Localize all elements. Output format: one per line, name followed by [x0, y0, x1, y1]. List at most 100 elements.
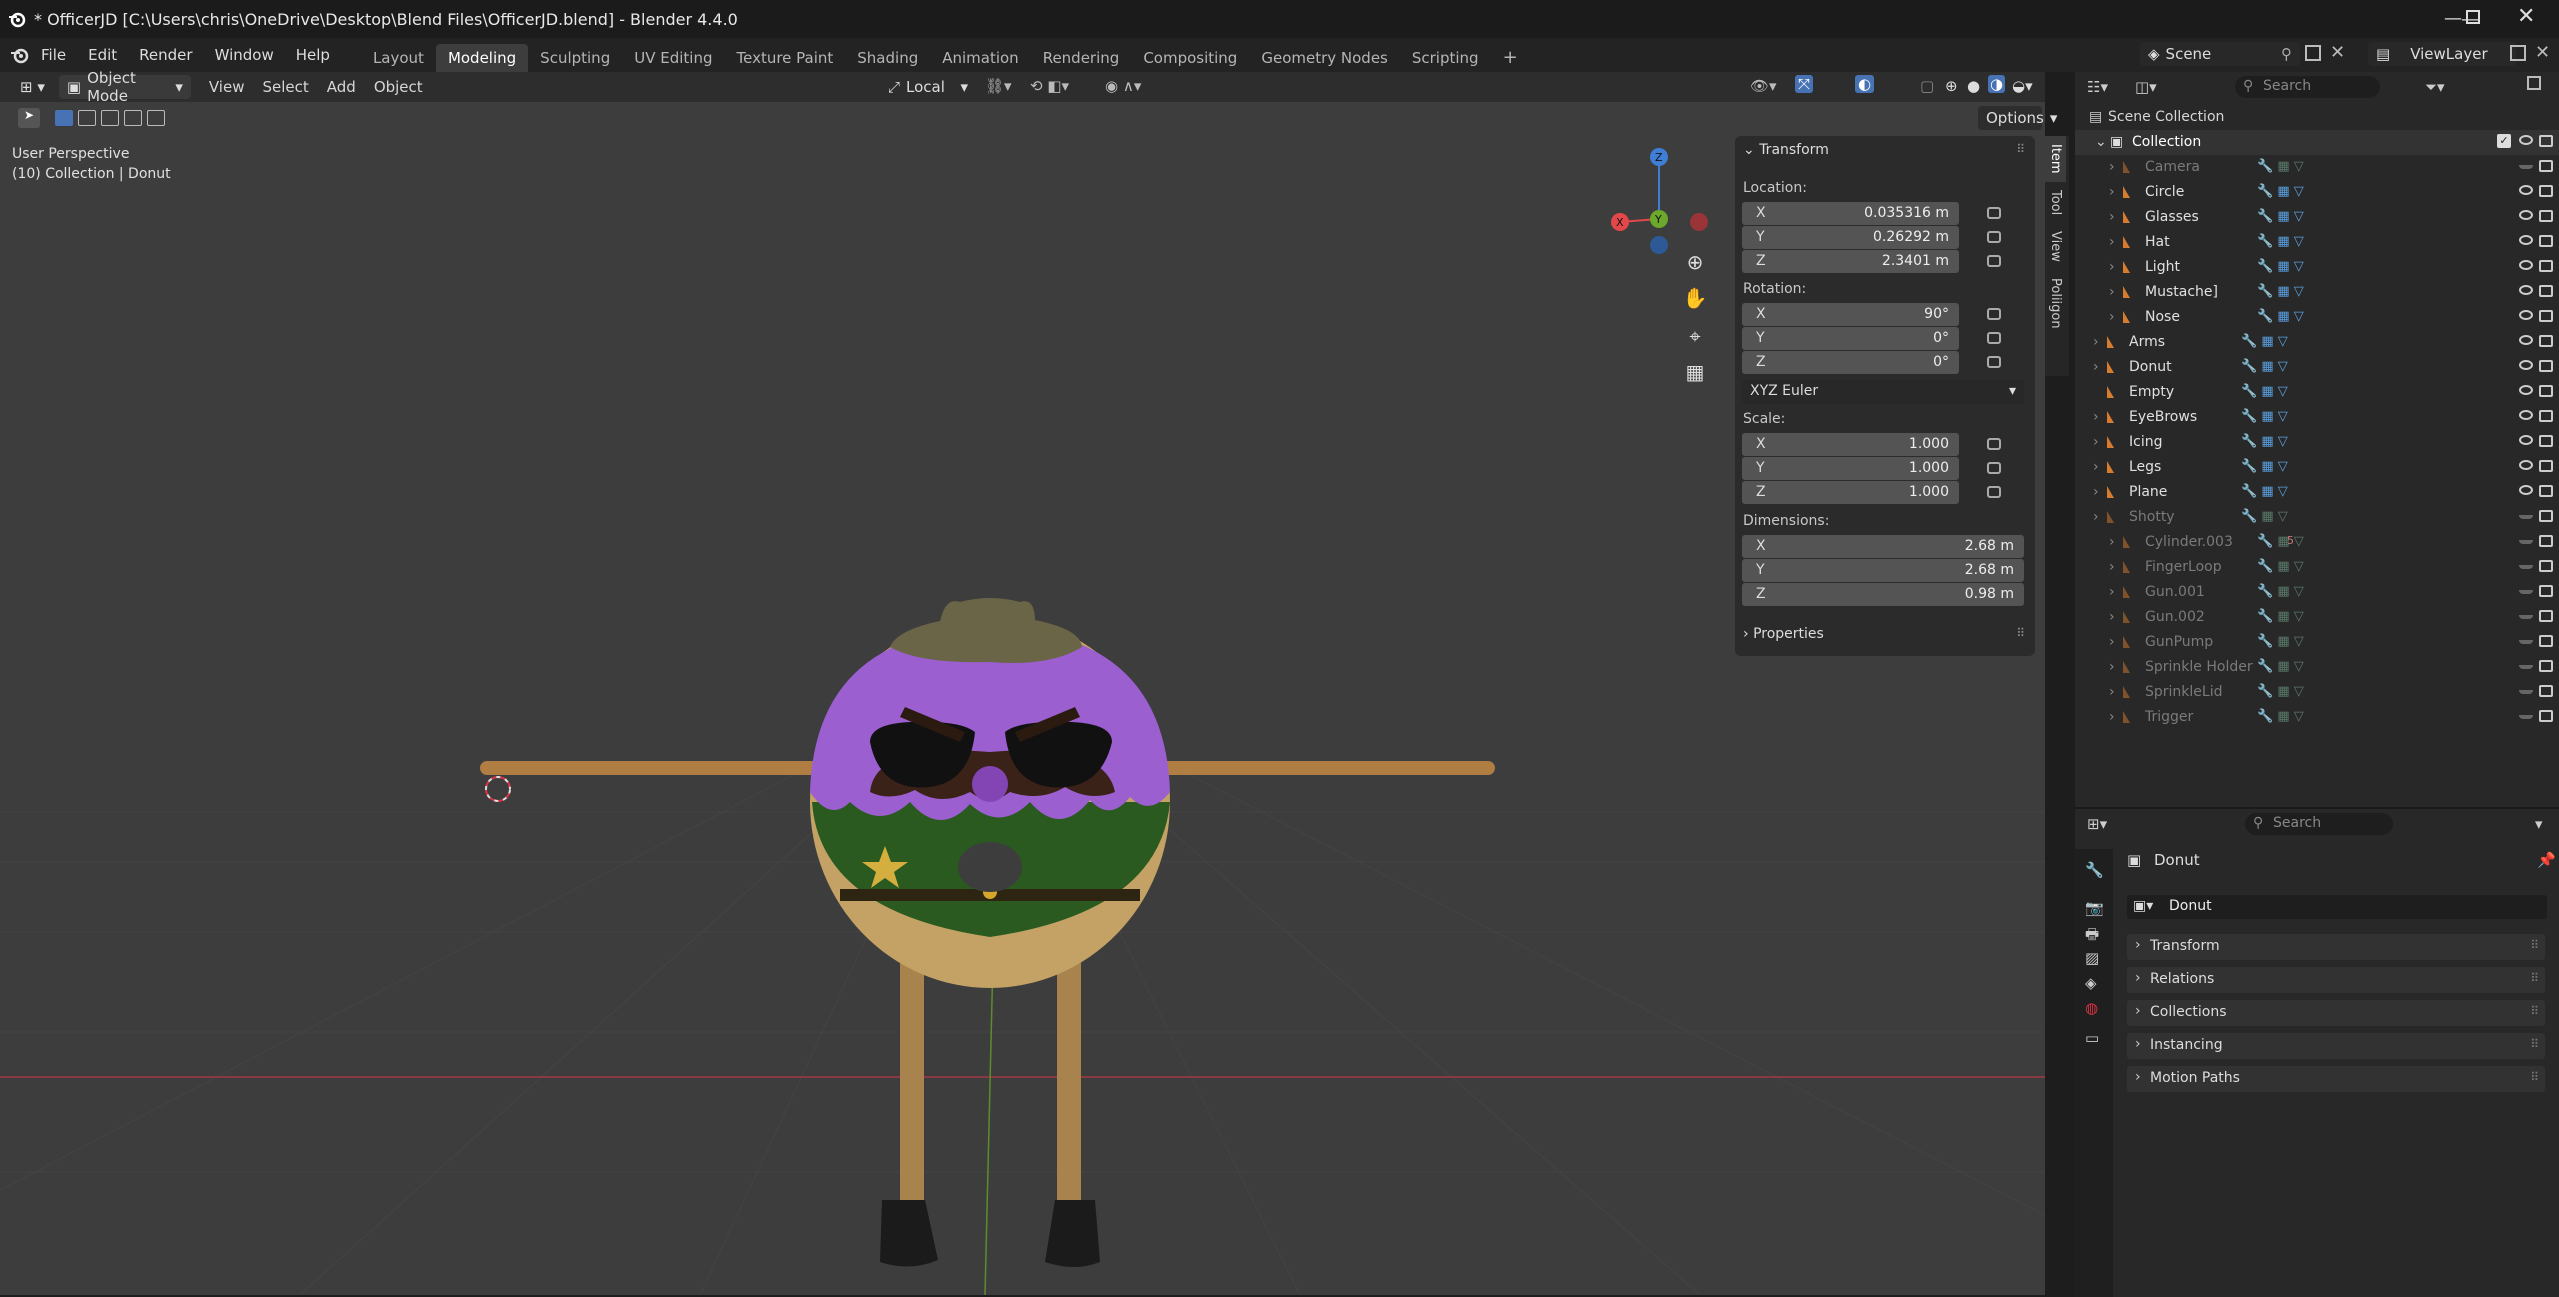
outliner-item[interactable]: › EyeBrows 🔧 ▦ ▽ — [2075, 405, 2559, 430]
modifier-icons[interactable]: 🔧 ▦ ▽ — [2241, 409, 2288, 424]
eye-icon[interactable] — [2519, 665, 2533, 669]
eye-icon[interactable] — [2519, 360, 2533, 370]
proportional-edit-icon[interactable]: ◉ ∧▾ — [1105, 77, 1141, 95]
section-collections[interactable]: › Collections ⠿ — [2127, 1000, 2545, 1026]
eye-icon[interactable] — [2519, 435, 2533, 445]
chevron-right-icon[interactable]: › — [2109, 634, 2115, 650]
modifier-icons[interactable]: 🔧 ▦ ▽ — [2257, 259, 2304, 274]
modifier-icons[interactable]: 🔧 ▦ ▽ — [2257, 284, 2304, 299]
section-instancing[interactable]: › Instancing ⠿ — [2127, 1033, 2545, 1059]
modifier-icons[interactable]: 🔧 ▦ ▽ — [2257, 309, 2304, 324]
chevron-right-icon[interactable]: › — [2109, 684, 2115, 700]
camera-render-icon[interactable] — [2539, 685, 2553, 697]
eye-icon[interactable] — [2519, 715, 2533, 719]
chevron-right-icon[interactable]: › — [2109, 259, 2115, 275]
outliner-scene-collection[interactable]: ▤ Scene Collection — [2075, 105, 2559, 130]
outliner-item[interactable]: › SprinkleLid 🔧 ▦ ▽ — [2075, 680, 2559, 705]
chevron-right-icon[interactable]: › — [2109, 659, 2115, 675]
outliner-item[interactable]: › Light 🔧 ▦ ▽ — [2075, 255, 2559, 280]
eye-icon[interactable] — [2519, 540, 2533, 544]
modifier-icons[interactable]: 🔧 ▦ ▽ — [2257, 209, 2304, 224]
camera-render-icon[interactable] — [2539, 160, 2553, 172]
drag-handle-icon[interactable]: ⠿ — [2016, 626, 2025, 640]
modifier-icons[interactable]: 🔧 ▦ ▽ — [2257, 709, 2304, 724]
tab-animation[interactable]: Animation — [930, 44, 1030, 72]
chevron-right-icon[interactable]: › — [2093, 409, 2099, 425]
chevron-right-icon[interactable]: › — [2109, 584, 2115, 600]
pivot-icon[interactable]: ⛓▾ — [985, 77, 1012, 95]
camera-render-icon[interactable] — [2539, 335, 2553, 347]
new-scene-icon[interactable] — [2305, 45, 2321, 61]
modifier-icons[interactable]: 🔧 ▦ ▽ — [2241, 484, 2288, 499]
camera-view-icon[interactable]: ⌖ — [1680, 324, 1710, 354]
tab-item[interactable]: Item — [2045, 136, 2066, 182]
material-shading-icon[interactable]: ◑ — [1988, 75, 2006, 93]
collection-tab-icon[interactable]: ▭ — [2085, 1029, 2099, 1047]
zoom-icon[interactable]: ⊕ — [1680, 250, 1710, 280]
pan-hand-icon[interactable]: ✋ — [1680, 286, 1710, 316]
output-tab-icon[interactable]: 🖶 — [2085, 924, 2099, 949]
outliner-item[interactable]: › Circle 🔧 ▦ ▽ — [2075, 180, 2559, 205]
tab-shading[interactable]: Shading — [845, 44, 930, 72]
chevron-right-icon[interactable]: › — [2093, 484, 2099, 500]
new-viewlayer-icon[interactable] — [2510, 45, 2526, 61]
maximize-icon[interactable] — [2466, 10, 2480, 24]
chevron-right-icon[interactable]: › — [2109, 234, 2115, 250]
select-intersect-icon[interactable] — [147, 110, 165, 126]
chevron-right-icon[interactable]: › — [2109, 709, 2115, 725]
modifier-icons[interactable]: 🔧 ▦ ▽ — [2257, 659, 2304, 674]
viewlayer-selector[interactable]: ▤ ViewLayer — [2368, 42, 2516, 66]
options-button[interactable]: Options ▾ — [1978, 106, 2057, 130]
modifier-icons[interactable]: 🔧 ▦ ▽ — [2241, 359, 2288, 374]
modifier-icons[interactable]: 🔧 ▦ ▽ — [2257, 159, 2304, 174]
close-icon[interactable]: ✕ — [2517, 4, 2535, 29]
rotation-y-field[interactable]: Y 0° — [1742, 327, 1959, 350]
select-new-icon[interactable] — [55, 110, 73, 126]
modifier-icons[interactable]: 🔧 ▦ ▽ — [2241, 384, 2288, 399]
drag-handle-icon[interactable]: ⠿ — [2530, 1037, 2539, 1051]
tab-tool[interactable]: Tool — [2045, 182, 2066, 223]
camera-render-icon[interactable] — [2539, 210, 2553, 222]
select-extend-icon[interactable] — [78, 110, 96, 126]
eye-icon[interactable] — [2519, 335, 2533, 345]
camera-render-icon[interactable] — [2539, 510, 2553, 522]
new-collection-icon[interactable] — [2527, 76, 2541, 90]
camera-render-icon[interactable] — [2539, 610, 2553, 622]
scene-tab-icon[interactable]: ◈ — [2085, 974, 2097, 992]
eye-icon[interactable] — [2519, 690, 2533, 694]
location-x-field[interactable]: X 0.035316 m — [1742, 202, 1959, 225]
gizmo-toggle-icon[interactable]: ⤧ — [1795, 75, 1814, 93]
transform-orientation-selector[interactable]: ⤢ Local ▾ — [880, 75, 976, 99]
modifier-icons[interactable]: 🔧 ▦ ▽ — [2257, 684, 2304, 699]
outliner-item[interactable]: › Arms 🔧 ▦ ▽ — [2075, 330, 2559, 355]
pin-icon[interactable]: ⚲ — [2281, 45, 2292, 63]
rendered-shading-icon[interactable]: ◒▾ — [2012, 77, 2033, 95]
world-tab-icon[interactable]: ◍ — [2085, 999, 2098, 1017]
camera-render-icon[interactable] — [2539, 585, 2553, 597]
render-tab-icon[interactable]: 📷 — [2085, 899, 2104, 917]
tab-sculpting[interactable]: Sculpting — [528, 44, 622, 72]
camera-render-icon[interactable] — [2539, 460, 2553, 472]
object-name-field[interactable]: ▣▾ Donut — [2127, 895, 2547, 919]
camera-render-icon[interactable] — [2539, 385, 2553, 397]
camera-render-icon[interactable] — [2539, 360, 2553, 372]
filter-icon[interactable]: ⏷▾ — [2425, 78, 2445, 96]
lock-icon[interactable] — [1987, 255, 2001, 267]
section-relations[interactable]: › Relations ⠿ — [2127, 967, 2545, 993]
chevron-right-icon[interactable]: › — [2093, 509, 2099, 525]
tab-view[interactable]: View — [2045, 223, 2066, 270]
section-transform[interactable]: › Transform ⠿ — [2127, 934, 2545, 960]
eye-icon[interactable] — [2519, 310, 2533, 320]
lock-icon[interactable] — [1987, 356, 2001, 368]
snap-icon[interactable]: ⟲ ◧▾ — [1030, 77, 1069, 95]
add-workspace-button[interactable]: + — [1491, 44, 1530, 72]
drag-handle-icon[interactable]: ⠿ — [2016, 142, 2025, 156]
chevron-down-icon[interactable]: ▾ — [2535, 815, 2543, 833]
pin-icon[interactable]: 📌 — [2537, 851, 2556, 869]
select-subtract-icon[interactable] — [101, 110, 119, 126]
eye-icon[interactable] — [2519, 515, 2533, 519]
scene-selector[interactable]: ◈ Scene ⚲ — [2140, 42, 2300, 66]
chevron-down-icon[interactable]: ⌄ — [2095, 134, 2107, 150]
camera-render-icon[interactable] — [2539, 635, 2553, 647]
modifier-icons[interactable]: 🔧 ▦ ▽ — [2241, 434, 2288, 449]
